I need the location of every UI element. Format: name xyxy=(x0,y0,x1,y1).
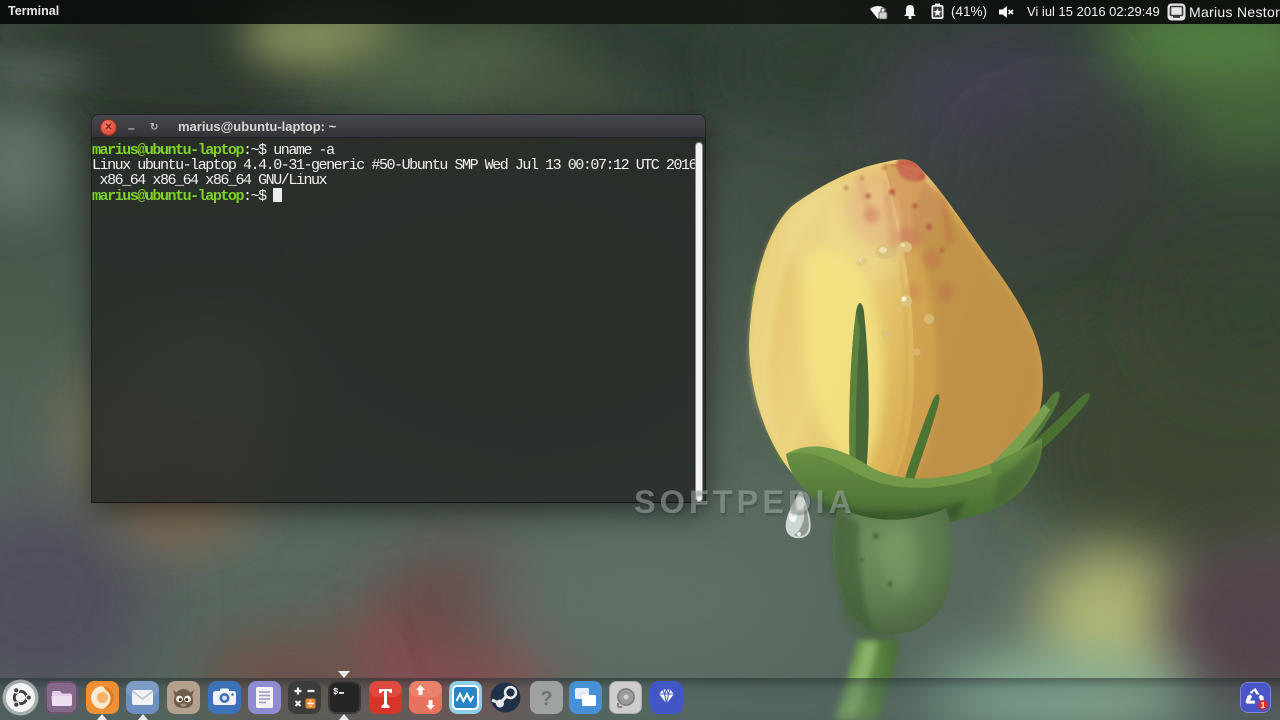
svg-text:1: 1 xyxy=(1261,701,1266,710)
svg-text:$: $ xyxy=(333,687,339,697)
svg-text:?: ? xyxy=(540,688,552,710)
